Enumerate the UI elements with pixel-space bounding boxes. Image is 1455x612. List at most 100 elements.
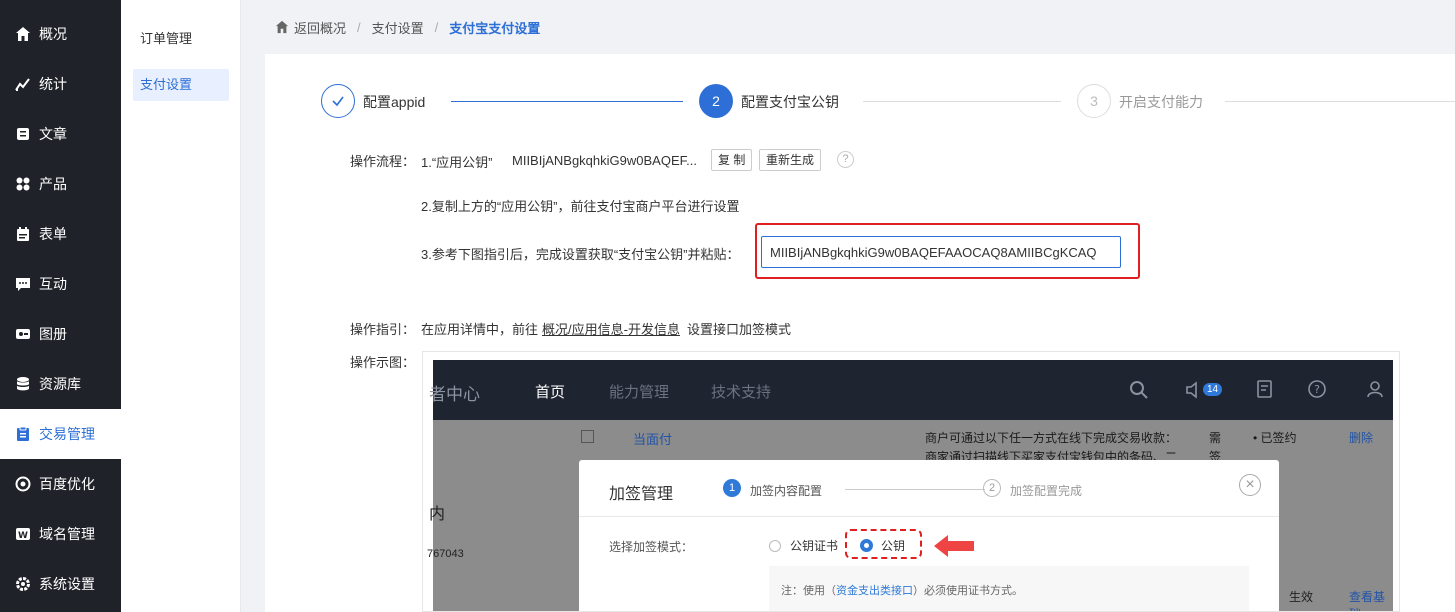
search-icon (1129, 380, 1149, 404)
dialog-close-icon: × (1239, 474, 1261, 496)
sub-menu: 订单管理 支付设置 (121, 0, 241, 612)
sidebar-item-label: 概况 (39, 26, 67, 42)
main-content: 配置appid 2 配置支付宝公钥 3 开启支付能力 操作流程： 1.“应用公钥… (265, 54, 1455, 612)
radio-cert-icon (769, 540, 781, 552)
demo-nav-capability: 能力管理 (609, 384, 670, 401)
notification-badge: 14 (1203, 383, 1223, 396)
sidebar-item-label: 交易管理 (39, 426, 95, 442)
step-3-number: 3 (1077, 84, 1111, 118)
radio-cert-label: 公钥证书 (790, 539, 839, 553)
dialog-step-2-number: 2 (983, 479, 1001, 497)
home-icon (15, 26, 31, 42)
demo-bottom-text: 生效 (1289, 590, 1314, 604)
dialog-mode-label: 选择加签模式： (609, 540, 694, 554)
copy-button[interactable]: 复 制 (711, 149, 753, 171)
sidebar-item-label: 表单 (39, 226, 67, 242)
breadcrumb-back-link[interactable]: 返回概况 (294, 18, 346, 37)
sidebar-item-trade[interactable]: 交易管理 (0, 409, 121, 459)
sidebar-item-label: 统计 (39, 76, 67, 92)
sidebar-item-label: 互动 (39, 276, 67, 292)
app-public-key-preview: MIIBIjANBgkqhkiG9w0BAQEF... (512, 153, 697, 168)
alipay-public-key-input[interactable] (761, 236, 1121, 268)
step-1-check-icon (321, 84, 355, 118)
svg-text:?: ? (1314, 383, 1320, 396)
flow-label: 操作流程： (350, 154, 416, 169)
flow-step1-prefix: 1.“应用公钥” (421, 155, 493, 170)
sidebar-item-seo[interactable]: 百度优化 (0, 459, 121, 509)
demo-left-number: 767043 (427, 548, 464, 560)
flow-step2: 2.复制上方的“应用公钥”，前往支付宝商户平台进行设置 (421, 199, 740, 214)
gear-icon (15, 576, 31, 592)
demo-row-delete: 删除 (1349, 431, 1374, 445)
form-icon (15, 226, 31, 242)
chart-icon (15, 76, 31, 92)
chat-icon (15, 276, 31, 292)
demo-row-link: 当面付 (633, 432, 673, 447)
document-icon (1255, 379, 1275, 403)
step-3-label: 开启支付能力 (1119, 94, 1203, 110)
sidebar-item-label: 文章 (39, 126, 67, 142)
dialog-title: 加签管理 (609, 486, 674, 503)
sidebar-item-products[interactable]: 产品 (0, 159, 121, 209)
sidebar-item-overview[interactable]: 概况 (0, 9, 121, 59)
flow-step3: 3.参考下图指引后，完成设置获取“支付宝公钥”并粘贴： (421, 247, 740, 262)
step-connector (1225, 101, 1455, 102)
submenu-item-orders[interactable]: 订单管理 (133, 23, 229, 55)
demo-title: 者中心 (429, 385, 480, 404)
demo-screenshot: 者中心 首页 能力管理 技术支持 14 ? 当面付 商户可通过以下任一方式在线下… (422, 351, 1400, 612)
breadcrumb-separator: / (357, 19, 361, 35)
submenu-item-payment-settings[interactable]: 支付设置 (133, 69, 229, 101)
trade-icon (15, 426, 31, 442)
guide-label: 操作指引： (350, 322, 416, 337)
sidebar-item-label: 系统设置 (39, 576, 95, 592)
breadcrumb-payment-settings-link[interactable]: 支付设置 (372, 18, 424, 37)
domain-icon: W (15, 526, 31, 542)
user-icon (1365, 379, 1385, 403)
dialog-step-2-label: 加签配置完成 (1010, 484, 1083, 498)
step-1-label: 配置appid (363, 94, 426, 110)
sidebar-item-label: 百度优化 (39, 476, 95, 492)
arrow-left-icon (934, 535, 976, 560)
step-connector (863, 101, 1061, 102)
guide-text-before: 在应用详情中，前往 (421, 322, 539, 337)
sidebar-item-stats[interactable]: 统计 (0, 59, 121, 109)
guide-text-after: 设置接口加签模式 (687, 322, 792, 337)
sidebar-item-settings[interactable]: 系统设置 (0, 559, 121, 609)
sidebar-item-forms[interactable]: 表单 (0, 209, 121, 259)
sidebar-item-label: 产品 (39, 176, 67, 192)
demo-row-status: • 已签约 (1253, 431, 1297, 445)
sidebar-item-domain[interactable]: W 域名管理 (0, 509, 121, 559)
demo-row-desc: 商户可通过以下任一方式在线下完成交易收款： (925, 431, 1178, 445)
sidebar-item-resources[interactable]: 资源库 (0, 359, 121, 409)
step-2-number: 2 (699, 84, 733, 118)
demo-nav-home: 首页 (535, 384, 566, 401)
guide-link[interactable]: 概况/应用信息-开发信息 (542, 319, 680, 338)
dialog-step-1-number: 1 (723, 479, 741, 497)
help-icon[interactable]: ? (837, 151, 854, 168)
dialog-divider (579, 516, 1279, 517)
step-2-label: 配置支付宝公钥 (741, 94, 839, 110)
step-connector (451, 101, 683, 102)
sign-management-dialog: 加签管理 1 加签内容配置 2 加签配置完成 × 选择加签模式： 公钥证书 公钥… (579, 460, 1279, 611)
home-icon (275, 20, 289, 34)
sidebar-item-album[interactable]: 图册 (0, 309, 121, 359)
sidebar-item-interaction[interactable]: 互动 (0, 259, 121, 309)
breadcrumb-separator: / (434, 19, 439, 35)
dialog-note-box: 注：使用（资金支出类接口）必须使用证书方式。 (769, 566, 1249, 611)
demo-checkbox (581, 430, 594, 443)
demo-row-need: 需 (1209, 431, 1222, 445)
radio-key-label: 公钥 (881, 539, 906, 553)
sidebar-item-articles[interactable]: 文章 (0, 109, 121, 159)
demo-left-text: 内 (429, 506, 446, 523)
sidebar-item-label: 图册 (39, 326, 67, 342)
dialog-note-link: 资金支出类接口 (836, 585, 913, 597)
dialog-step-1-label: 加签内容配置 (750, 484, 823, 498)
demo-bottom-link: 查看基础 (1349, 590, 1386, 611)
main-sidebar: 概况 统计 文章 产品 表单 互动 图册 资源库 交易管理 百度优化 W 域名管… (0, 0, 121, 612)
dialog-note-prefix: 注：使用（ (781, 585, 836, 597)
regenerate-button[interactable]: 重新生成 (759, 149, 822, 171)
help-circle-icon: ? (1307, 379, 1327, 403)
svg-text:W: W (18, 531, 28, 541)
sidebar-item-label: 域名管理 (39, 526, 95, 542)
grid-icon (15, 176, 31, 192)
